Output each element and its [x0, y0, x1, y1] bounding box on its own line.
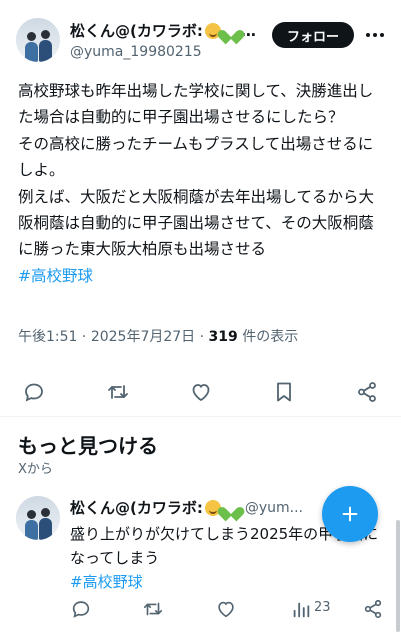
scrollbar-thumb[interactable] — [396, 520, 400, 632]
views-count: 23 — [314, 600, 331, 615]
retweet-icon[interactable] — [142, 598, 164, 620]
green-heart-emoji-icon — [223, 23, 239, 39]
tweet-line: 例えば、大阪だと大阪桐蔭が去年出場してるから大阪桐蔭は自動的に甲子園出場させて、… — [18, 187, 375, 259]
tweet-line: 高校野球も昨年出場した学校に関して、決勝進出した場合は自動的に甲子園出場させるに… — [18, 82, 374, 127]
meta-separator: · — [199, 329, 205, 345]
discover-title: もっと見つける — [18, 434, 158, 458]
author-avatar[interactable] — [16, 18, 60, 62]
tweet-time[interactable]: 午後1:51 — [18, 329, 77, 345]
tweet-meta: 午後1:51 · 2025年7月27日 · 319 件の表示 — [18, 326, 298, 346]
recommended-handle[interactable]: @yum... — [245, 500, 303, 516]
views-icon[interactable] — [290, 598, 312, 620]
hashtag-link[interactable]: #高校野球 — [18, 263, 386, 289]
like-icon[interactable] — [215, 598, 237, 620]
more-options-icon[interactable] — [364, 24, 386, 46]
author-display-name[interactable]: 松くん@(カワラボ: — [70, 20, 203, 41]
view-count-label: 件の表示 — [242, 329, 299, 345]
recommended-action-bar: 23 — [0, 596, 401, 624]
section-divider — [0, 416, 401, 417]
author-handle[interactable]: @yuma_19980215 — [70, 44, 202, 60]
recommended-author-avatar[interactable] — [16, 496, 60, 540]
compose-button[interactable] — [322, 486, 378, 542]
reply-icon[interactable] — [70, 598, 92, 620]
reply-icon[interactable] — [22, 380, 46, 404]
follow-button[interactable]: フォロー — [272, 22, 354, 48]
author-name-row[interactable]: 松くん@(カワラボ: … — [70, 20, 256, 41]
share-icon[interactable] — [355, 380, 379, 404]
discover-subtitle: Xから — [18, 462, 53, 477]
tweet-date[interactable]: 2025年7月27日 — [91, 329, 195, 345]
share-icon[interactable] — [362, 598, 384, 620]
like-icon[interactable] — [189, 380, 213, 404]
tweet-action-bar — [0, 372, 401, 412]
retweet-icon[interactable] — [106, 380, 130, 404]
bookmark-icon[interactable] — [272, 380, 296, 404]
recommended-name-row[interactable]: 松くん@(カワラボ: @yum... — [70, 497, 303, 518]
recommended-display-name[interactable]: 松くん@(カワラボ: — [70, 497, 203, 518]
recommended-hashtag-link[interactable]: #高校野球 — [70, 570, 382, 594]
view-count: 319 — [208, 329, 238, 345]
tweet-line: その高校に勝ったチームもプラスして出場させるにしよ。 — [18, 134, 374, 180]
meta-separator: · — [81, 329, 87, 345]
tweet-text: 高校野球も昨年出場した学校に関して、決勝進出した場合は自動的に甲子園出場させるに… — [18, 78, 386, 289]
compose-icon — [342, 506, 358, 522]
green-heart-emoji-icon — [223, 500, 239, 516]
